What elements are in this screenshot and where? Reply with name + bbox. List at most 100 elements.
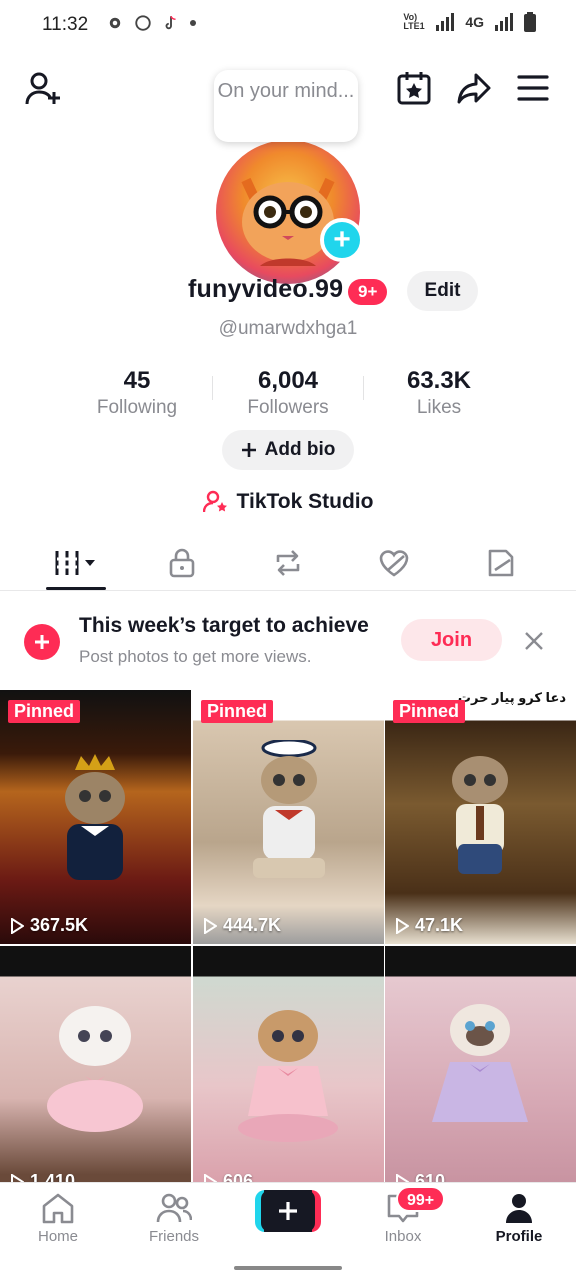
status-notification-icons [106, 14, 196, 32]
plus-icon: + [333, 223, 351, 256]
view-count-value: 367.5K [30, 915, 89, 935]
network-label: 4G [465, 14, 484, 30]
video-caption-text: دعا کرو پیار حرت [457, 690, 566, 705]
video-thumbnail[interactable]: Pinned 367.5K [0, 690, 191, 944]
pinned-badge: Pinned [201, 700, 274, 723]
create-button[interactable] [255, 1190, 321, 1232]
tiktok-studio-link[interactable]: TikTok Studio [0, 490, 576, 514]
stat-followers-label: Followers [247, 397, 329, 418]
video-thumbnail[interactable]: 610 [385, 946, 576, 1200]
liked-hidden-icon [488, 549, 513, 576]
stat-following[interactable]: 45 Following [62, 366, 212, 420]
username-badge[interactable]: 9+ [348, 279, 388, 305]
grid-icon [55, 550, 95, 575]
view-count: 367.5K [10, 915, 88, 936]
add-friend-button[interactable] [24, 70, 62, 108]
play-icon [204, 917, 217, 934]
kitten-tutu-illustration [47, 1006, 143, 1132]
stat-followers-value: 6,004 [257, 367, 319, 394]
add-bio-label: Add bio [264, 439, 336, 460]
calendar-star-icon [397, 72, 431, 105]
stat-likes-label: Likes [416, 397, 462, 418]
status-bar: 11:32 Vo) LTE1 4G [0, 0, 576, 48]
favorites-button[interactable] [396, 70, 432, 106]
pinned-badge: Pinned [8, 700, 81, 723]
kitten-king-illustration [65, 754, 125, 880]
add-story-button[interactable]: + [320, 218, 364, 262]
tab-favorites[interactable] [336, 535, 451, 590]
profile-tabs [0, 535, 576, 591]
plus-icon [279, 1202, 297, 1220]
target-subtitle: Post photos to get more views. [79, 647, 312, 666]
nav-profile[interactable]: Profile [469, 1192, 569, 1245]
note-bubble[interactable]: On your mind... [214, 70, 358, 142]
profile-handle: @umarwdxhga1 [218, 318, 358, 339]
tab-liked[interactable] [443, 535, 558, 590]
stat-following-label: Following [96, 397, 178, 418]
kitten-explorer-illustration [452, 756, 508, 874]
active-tab-indicator [46, 587, 106, 590]
signal-2-icon [495, 13, 513, 31]
tab-reposts[interactable] [230, 535, 345, 590]
stat-likes-value: 63.3K [406, 367, 472, 394]
nav-home[interactable]: Home [8, 1192, 108, 1245]
nav-inbox-label: Inbox [384, 1228, 422, 1245]
menu-icon [517, 75, 549, 101]
profile-avatar[interactable] [216, 140, 360, 284]
stat-followers[interactable]: 6,004 Followers [213, 366, 363, 420]
friends-icon [156, 1193, 192, 1223]
studio-user-icon [202, 490, 227, 513]
profile-username: funyvideo.99 [188, 275, 344, 303]
battery-icon [524, 12, 536, 32]
nav-profile-label: Profile [495, 1228, 543, 1245]
lock-icon [169, 548, 194, 577]
add-bio-button[interactable]: Add bio [222, 430, 354, 470]
view-count: 444.7K [203, 915, 281, 936]
video-grid: Pinned 367.5K Pinned 444.7K دعا کرو پیار… [0, 690, 576, 1200]
video-thumbnail[interactable]: دعا کرو پیار حرت Pinned 47.1K [385, 690, 576, 944]
join-button[interactable]: Join [401, 619, 502, 661]
status-system-icons: Vo) LTE1 4G [403, 12, 536, 32]
home-indicator [234, 1266, 342, 1270]
play-icon [396, 917, 409, 934]
status-time: 11:32 [42, 14, 89, 35]
plus-icon [241, 443, 256, 457]
video-thumbnail[interactable]: 606 [193, 946, 384, 1200]
view-count-value: 47.1K [415, 915, 464, 935]
edit-profile-button[interactable]: Edit [407, 271, 478, 311]
kitten-pink-dress-illustration [238, 1010, 338, 1142]
view-count-value: 444.7K [223, 915, 282, 935]
settings-icon [109, 17, 121, 29]
pinned-badge: Pinned [393, 700, 466, 723]
whatsapp-icon [135, 15, 151, 31]
avatar-cat-illustration [241, 177, 335, 266]
share-icon [457, 73, 491, 104]
tab-videos[interactable] [19, 535, 134, 590]
kitten-sailor-illustration [253, 740, 325, 878]
heart-hidden-icon [379, 549, 408, 577]
menu-button[interactable] [516, 72, 550, 104]
studio-label: TikTok Studio [236, 490, 374, 513]
nav-friends[interactable]: Friends [124, 1192, 224, 1245]
stat-likes[interactable]: 63.3K Likes [364, 366, 514, 420]
view-count: 47.1K [395, 915, 463, 936]
close-banner-button[interactable] [521, 628, 547, 654]
video-thumbnail[interactable]: 1,410 [0, 946, 191, 1200]
nav-home-label: Home [37, 1228, 78, 1245]
nav-friends-label: Friends [148, 1228, 200, 1245]
carrier-label: Vo) LTE1 [403, 12, 425, 31]
stat-following-value: 45 [123, 367, 151, 394]
add-user-icon [25, 72, 60, 105]
profile-icon [506, 1194, 532, 1223]
tiktok-icon [165, 15, 176, 30]
home-icon [42, 1193, 74, 1224]
video-thumbnail[interactable]: Pinned 444.7K [193, 690, 384, 944]
tab-private[interactable] [124, 535, 239, 590]
inbox-badge: 99+ [396, 1186, 446, 1212]
target-icon [24, 624, 60, 660]
note-bubble-text: On your mind... [217, 80, 355, 102]
signal-icon [436, 13, 455, 31]
target-title: This week’s target to achieve [79, 614, 369, 637]
dot-icon [190, 20, 196, 26]
share-profile-button[interactable] [456, 70, 492, 106]
